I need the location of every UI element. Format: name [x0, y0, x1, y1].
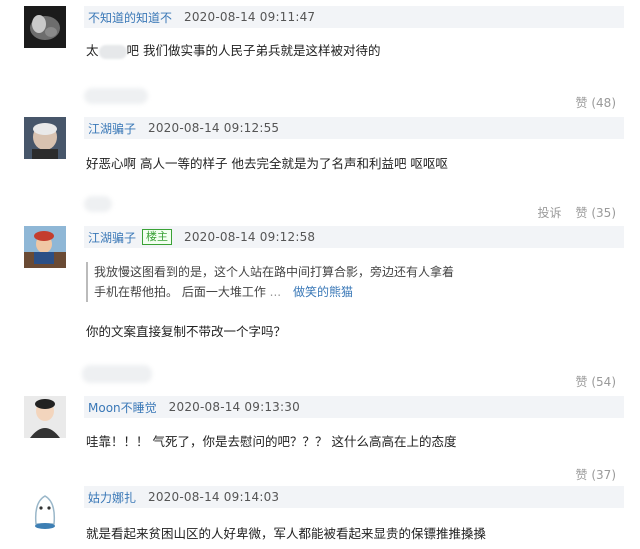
comment-text: 哇靠！！！ 气死了，你是去慰问的吧？？？ 这什么高高在上的态度: [86, 434, 457, 449]
expand-quote[interactable]: ...: [270, 285, 281, 299]
comment-header: 不知道的知道不 2020-08-14 09:11:47: [84, 6, 624, 28]
username[interactable]: 不知道的知道不: [88, 9, 172, 26]
blurred-image: [84, 196, 112, 212]
timestamp: 2020-08-14 09:12:58: [184, 230, 316, 244]
report-button[interactable]: 投诉: [538, 204, 562, 221]
username[interactable]: Moon不睡觉: [88, 399, 157, 416]
comment-text: 就是看起来贫困山区的人好卑微，军人都能被看起来显贵的保镖推推搡搡: [86, 526, 487, 541]
comment-actions: 赞 (54): [576, 373, 616, 390]
comment-text: 太吧 我们做实事的人民子弟兵就是这样被对待的: [86, 43, 381, 59]
user-avatar[interactable]: [24, 226, 66, 268]
blurred-image: [84, 88, 148, 104]
user-avatar[interactable]: [24, 117, 66, 159]
quote-line: 手机在帮他拍。 后面一大堆工作 ... 做笑的熊猫: [94, 285, 353, 299]
comment-header: 江湖骗子 2020-08-14 09:12:55: [84, 117, 624, 139]
comment-actions: 赞 (48): [576, 94, 616, 111]
quote-line: 我放慢这图看到的是，这个人站在路中间打算合影，旁边还有人拿着: [94, 265, 455, 279]
comment-text: 好恶心啊 高人一等的样子 他去完全就是为了名声和利益吧 呕呕呕: [86, 156, 448, 171]
comment-header: Moon不睡觉 2020-08-14 09:13:30: [84, 396, 624, 418]
comment-header: 江湖骗子 楼主 2020-08-14 09:12:58: [84, 226, 624, 248]
comment-text: 你的文案直接复制不带改一个字吗？: [86, 324, 287, 339]
username[interactable]: 江湖骗子: [88, 229, 136, 246]
quoted-comment: 我放慢这图看到的是，这个人站在路中间打算合影，旁边还有人拿着 手机在帮他拍。 后…: [86, 262, 474, 302]
comment-header: 姑力娜扎 2020-08-14 09:14:03: [84, 486, 624, 508]
quote-author[interactable]: 做笑的熊猫: [293, 285, 353, 299]
user-avatar[interactable]: [24, 396, 66, 438]
user-avatar[interactable]: [24, 6, 66, 48]
like-button[interactable]: 赞 (48): [576, 94, 616, 111]
timestamp: 2020-08-14 09:14:03: [148, 490, 280, 504]
timestamp: 2020-08-14 09:11:47: [184, 10, 316, 24]
timestamp: 2020-08-14 09:12:55: [148, 121, 280, 135]
username[interactable]: 姑力娜扎: [88, 489, 136, 506]
timestamp: 2020-08-14 09:13:30: [168, 400, 300, 414]
comment-actions: 赞 (37): [576, 466, 616, 483]
like-button[interactable]: 赞 (37): [576, 466, 616, 483]
like-button[interactable]: 赞 (35): [576, 204, 616, 221]
like-button[interactable]: 赞 (54): [576, 373, 616, 390]
username[interactable]: 江湖骗子: [88, 120, 136, 137]
op-badge: 楼主: [142, 229, 173, 245]
blurred-image: [82, 365, 152, 383]
comment-actions: 投诉 赞 (35): [538, 204, 616, 221]
user-avatar[interactable]: [24, 488, 66, 530]
